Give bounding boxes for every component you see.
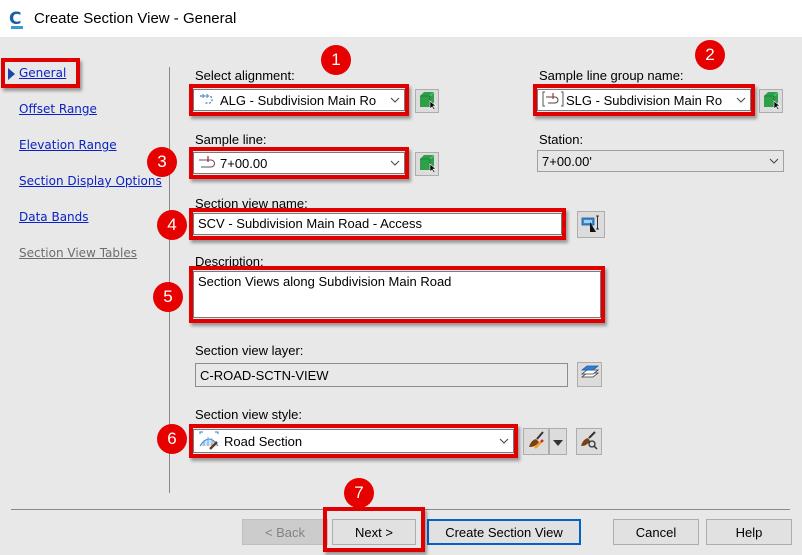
alignment-icon xyxy=(198,92,220,109)
chevron-down-icon xyxy=(732,97,750,103)
pick-from-drawing-icon xyxy=(417,153,437,176)
chevron-down-icon xyxy=(386,160,404,166)
chevron-down-icon xyxy=(765,158,783,164)
sample-line-group-select[interactable]: SLG - Subdivision Main Ro xyxy=(537,89,751,111)
preview-style-icon xyxy=(579,430,599,453)
nav-section-display-options[interactable]: Section Display Options xyxy=(19,174,162,188)
nav-general[interactable]: General xyxy=(19,66,66,80)
nav-data-bands[interactable]: Data Bands xyxy=(19,210,89,224)
description-label: Description: xyxy=(195,254,264,269)
bottom-divider xyxy=(11,509,790,510)
sample-line-select[interactable]: 7+00.00 xyxy=(193,152,405,174)
section-view-style-value: Road Section xyxy=(224,433,303,449)
section-view-layer-field: C-ROAD-SCTN-VIEW xyxy=(195,363,568,387)
section-view-style-label: Section view style: xyxy=(195,407,302,422)
section-view-name-label: Section view name: xyxy=(195,196,308,211)
section-view-layer-label: Section view layer: xyxy=(195,343,304,358)
section-view-style-select[interactable]: Road Section xyxy=(193,429,514,453)
back-button[interactable]: < Back xyxy=(242,519,328,545)
select-layer-button[interactable] xyxy=(577,362,602,387)
pick-from-drawing-icon xyxy=(761,90,781,113)
section-view-style-icon xyxy=(198,430,224,452)
style-options-dropdown[interactable] xyxy=(549,428,567,455)
description-input[interactable]: Section Views along Subdivision Main Roa… xyxy=(193,271,601,318)
layers-icon xyxy=(580,363,600,386)
pick-from-drawing-icon xyxy=(417,90,437,113)
callout-3: 3 xyxy=(147,147,177,177)
cancel-button[interactable]: Cancel xyxy=(613,519,699,545)
alignment-select[interactable]: ALG - Subdivision Main Ro xyxy=(193,89,405,111)
callout-2: 2 xyxy=(695,40,725,70)
alignment-label: Select alignment: xyxy=(195,68,295,83)
callout-7: 7 xyxy=(344,478,374,508)
help-button[interactable]: Help xyxy=(706,519,792,545)
edit-name-template-button[interactable] xyxy=(577,211,605,238)
pick-sample-line-group-button[interactable] xyxy=(759,89,783,113)
nav-elevation-range[interactable]: Elevation Range xyxy=(19,138,117,152)
alignment-value: ALG - Subdivision Main Ro xyxy=(220,92,377,108)
active-page-arrow-icon xyxy=(8,68,15,80)
nav-section-view-tables[interactable]: Section View Tables xyxy=(19,246,137,260)
sample-line-value: 7+00.00 xyxy=(220,155,268,171)
sample-line-group-icon xyxy=(542,90,566,110)
chevron-down-icon xyxy=(386,97,404,103)
station-select[interactable]: 7+00.00' xyxy=(537,150,784,172)
callout-4: 4 xyxy=(157,210,187,240)
station-value: 7+00.00' xyxy=(542,153,592,169)
nav-offset-range[interactable]: Offset Range xyxy=(19,102,97,116)
chevron-down-icon xyxy=(495,438,513,444)
name-template-icon xyxy=(580,213,602,236)
station-label: Station: xyxy=(539,132,584,147)
preview-style-button[interactable] xyxy=(576,428,602,455)
caret-down-icon xyxy=(553,434,563,449)
callout-1: 1 xyxy=(321,45,351,75)
pick-sample-line-button[interactable] xyxy=(415,152,439,176)
title-bar: C Create Section View - General xyxy=(0,0,802,37)
sample-line-label: Sample line: xyxy=(195,132,267,147)
create-section-view-button[interactable]: Create Section View xyxy=(427,519,581,545)
edit-style-button[interactable] xyxy=(523,428,549,455)
edit-style-icon xyxy=(526,430,546,453)
pick-alignment-button[interactable] xyxy=(415,89,439,113)
sample-line-group-value: SLG - Subdivision Main Ro xyxy=(566,92,723,108)
callout-5: 5 xyxy=(153,282,183,312)
next-button[interactable]: Next > xyxy=(332,519,416,545)
sample-line-group-label: Sample line group name: xyxy=(539,68,684,83)
section-view-name-input[interactable]: SCV - Subdivision Main Road - Access xyxy=(193,213,562,235)
civil3d-app-icon: C xyxy=(9,8,23,29)
callout-6: 6 xyxy=(157,424,187,454)
window-title: Create Section View - General xyxy=(34,10,237,27)
sample-line-icon xyxy=(198,155,220,172)
